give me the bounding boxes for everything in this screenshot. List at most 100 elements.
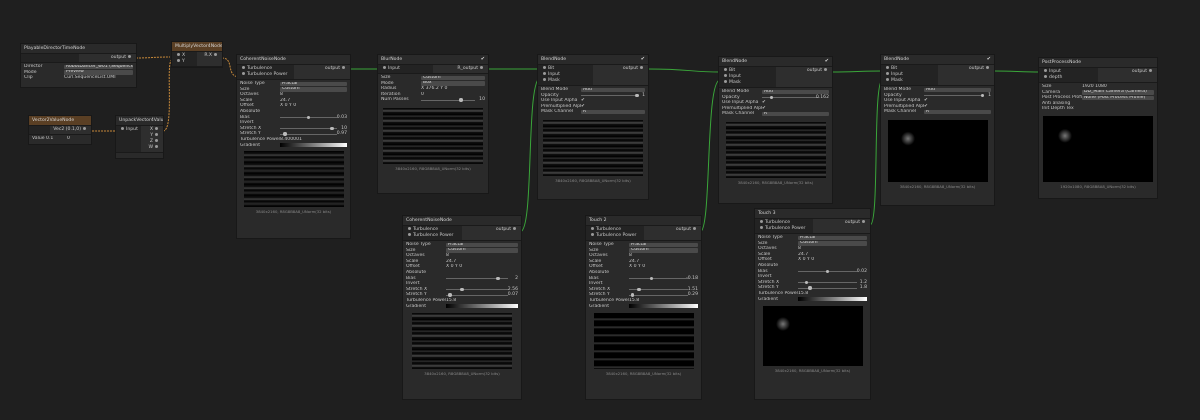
gradient-field[interactable] [446,304,518,309]
output-port-x[interactable] [155,127,158,130]
size-dropdown[interactable]: Custom [446,248,518,253]
offset-field[interactable]: X 0 Y 0 [446,264,518,270]
input-port-x[interactable] [177,53,180,56]
director-field[interactable]: RobotDancer_w01 (Sequence) [64,64,133,70]
opacity-slider[interactable]: 0.162 [762,95,829,100]
turbulence-power-port[interactable] [242,72,245,75]
size-field[interactable]: 1920 1080 [1082,84,1154,90]
gradient-field[interactable] [798,297,867,302]
turbulence-port[interactable] [408,227,411,230]
output-port[interactable] [640,66,643,69]
value-x-field[interactable]: 0.1 [46,136,67,142]
output-port-z[interactable] [155,139,158,142]
input-port[interactable] [543,72,546,75]
offset-field[interactable]: X 0 Y 0 [798,257,867,263]
clip-field[interactable]: Curl.SequenceList.UMI [64,75,133,81]
input-port[interactable] [1044,69,1047,72]
post-process-profile-field[interactable]: None (Post Process Profile) [1082,95,1154,101]
enabled-checkbox[interactable]: ✔ [825,58,829,64]
blur-node[interactable]: BlurNode ✔ Input R_output Size Custom Mode… [377,54,489,194]
stretch-x-slider[interactable]: 2.56 [446,287,518,292]
noise-type-dropdown[interactable]: Fractal [798,235,867,241]
touch-2-node[interactable]: Touch 2 Turbulence Turbulence Power outpu… [585,215,702,400]
input-port[interactable] [383,66,386,69]
enabled-checkbox[interactable]: ✔ [641,56,645,62]
premultiplied-alpha-checkbox[interactable]: ✔ [581,104,645,110]
size-dropdown[interactable]: Custom [421,75,485,81]
gradient-field[interactable] [629,304,698,309]
bias-slider[interactable]: -0.18 [629,276,698,281]
num-passes-slider[interactable]: 10 [421,97,485,102]
stretch-y-slider[interactable]: 0.29 [629,292,698,297]
offset-field[interactable]: X 0 Y 0 [280,103,347,109]
input-port[interactable] [121,127,124,130]
coherent-noise-node-1[interactable]: CoherentNoiseNode Turbulence Turbulence P… [236,54,351,239]
stretch-y-slider[interactable]: 0.97 [280,131,347,136]
stretch-x-slider[interactable]: 10 [280,126,347,131]
gradient-field[interactable] [280,143,347,148]
turbulence-power-field[interactable]: 15.8 [798,291,867,297]
unpack-vector4-node[interactable]: UnpackVector4ValueNode Input X Y Z W [115,115,164,159]
mode-dropdown[interactable]: Preview [64,70,133,75]
value-y-field[interactable]: 0 [67,136,88,142]
stretch-x-slider[interactable]: 1.51 [629,287,698,292]
blend-mode-dropdown[interactable]: Add [762,89,829,95]
touch-3-node[interactable]: Touch 3 Turbulence Turbulence Power outpu… [754,208,871,400]
blend-node-2[interactable]: BlendNode ✔ Bit Input Mask output Blend M… [718,56,833,204]
size-dropdown[interactable]: Custom [798,241,867,246]
enabled-checkbox[interactable]: ✔ [481,56,485,62]
size-dropdown[interactable]: Custom [280,87,347,92]
mask-channel-dropdown[interactable]: R [924,109,991,115]
bias-slider[interactable]: 2 [446,276,518,281]
depth-port[interactable] [1044,75,1047,78]
turbulence-power-field[interactable]: 15.8 [446,298,518,304]
output-port[interactable] [128,55,131,58]
offset-field[interactable]: X 0 Y 0 [629,264,698,270]
blend-mode-dropdown[interactable]: Add [581,87,645,93]
stretch-y-slider[interactable]: 0.07 [446,292,518,297]
stretch-x-slider[interactable]: 1.2 [798,280,867,285]
mask-channel-dropdown[interactable]: R [581,109,645,115]
input-port[interactable] [886,72,889,75]
noise-type-dropdown[interactable]: Fractal [629,242,698,248]
multiply-vector4-node[interactable]: MultiplyVector4Node XY R.X [171,41,223,68]
mask-port[interactable] [543,78,546,81]
output-port[interactable] [83,127,86,130]
opacity-slider[interactable]: 1 [924,93,991,98]
iteration-field[interactable]: 0 [421,92,485,98]
bit-port[interactable] [886,66,889,69]
bias-slider[interactable]: 0.03 [280,115,347,120]
noise-type-dropdown[interactable]: Fractal [446,242,518,248]
premultiplied-alpha-checkbox[interactable]: ✔ [924,104,991,110]
bit-port[interactable] [543,66,546,69]
input-port[interactable] [724,74,727,77]
blend-mode-dropdown[interactable]: Add [924,87,991,93]
mask-port[interactable] [724,80,727,83]
premultiplied-alpha-checkbox[interactable]: ✔ [762,106,829,112]
playable-director-time-node[interactable]: PlayableDirectorTimeNode output Director… [20,43,137,88]
camera-field[interactable]: DD_Main Camera (Camera) [1082,90,1154,95]
turbulence-port[interactable] [760,220,763,223]
size-dropdown[interactable]: Custom [629,248,698,253]
output-port[interactable] [862,220,865,223]
turbulence-power-field[interactable]: 8.400001 [280,137,347,143]
mask-channel-dropdown[interactable]: R [762,111,829,117]
mode-dropdown[interactable]: Box [421,81,485,86]
input-port-y[interactable] [177,59,180,62]
output-port[interactable] [693,227,696,230]
noise-type-dropdown[interactable]: Fractal [280,81,347,87]
turbulence-port[interactable] [242,66,245,69]
coherent-noise-node-2[interactable]: CoherentNoiseNode Turbulence Turbulence P… [402,215,522,400]
vector2-value-node[interactable]: Vector2ValueNode Vec2 (0.1,0) Value 0.1 0 [28,115,92,145]
output-port[interactable] [986,66,989,69]
output-port-y[interactable] [155,133,158,136]
bit-port[interactable] [724,68,727,71]
output-port[interactable] [480,66,483,69]
turbulence-power-port[interactable] [591,233,594,236]
bias-slider[interactable]: 0.02 [798,269,867,274]
output-port[interactable] [214,53,217,56]
blend-node-1[interactable]: BlendNode ✔ Bit Input Mask output Blend M… [537,54,649,200]
turbulence-power-field[interactable]: 15.8 [629,298,698,304]
output-port[interactable] [1149,69,1152,72]
output-port[interactable] [342,66,345,69]
